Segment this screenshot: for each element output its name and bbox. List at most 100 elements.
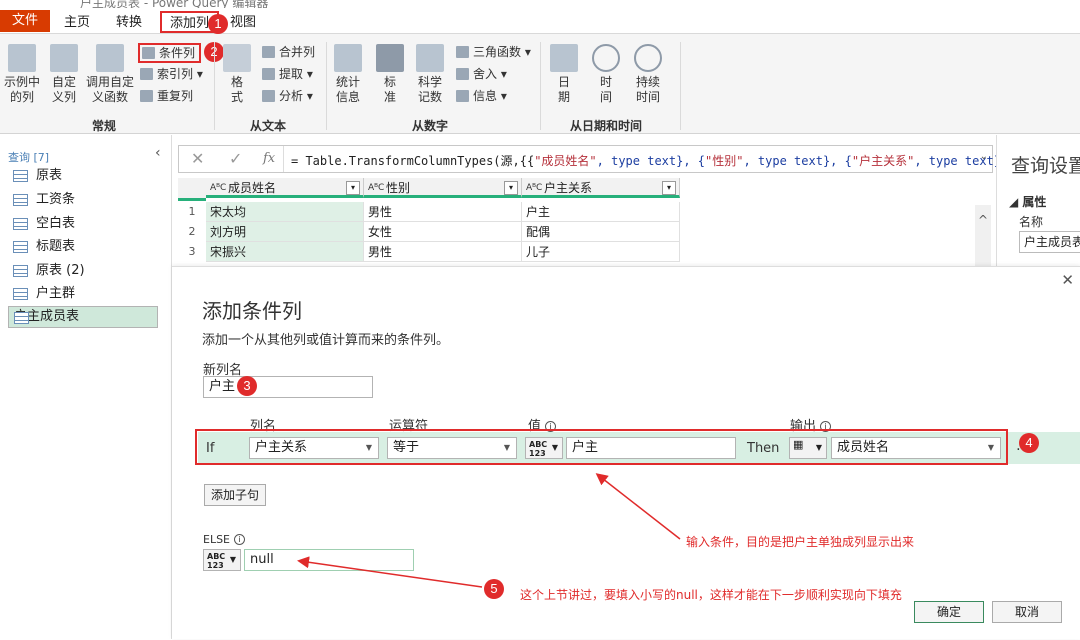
time-button[interactable]: 时间 — [590, 44, 622, 105]
query-item[interactable]: 户主群 — [8, 283, 158, 305]
query-item[interactable]: 原表 (2) — [8, 260, 158, 282]
expand-chevron-icon[interactable]: ⌄ — [980, 151, 988, 162]
trigonometry-button[interactable]: 三角函数 ▾ — [456, 42, 531, 62]
group-number-label: 从数字 — [412, 119, 449, 133]
group-text-label: 从文本 — [250, 119, 287, 133]
table-icon — [13, 241, 28, 253]
information-button[interactable]: 信息 ▾ — [456, 86, 507, 106]
parse-button[interactable]: 分析 ▾ — [262, 86, 313, 106]
parse-icon — [262, 90, 275, 102]
title-bar: 户主成员表 - Power Query 编辑器 — [0, 0, 1080, 8]
tab-home[interactable]: 主页 — [56, 12, 98, 34]
statistics-button[interactable]: 统计 信息 — [332, 44, 364, 105]
query-item[interactable]: 原表 — [8, 165, 158, 187]
invoke-custom-function-button[interactable]: 调用自定 义函数 — [84, 44, 136, 105]
info-icon — [456, 90, 469, 102]
row-number: 2 — [178, 222, 206, 242]
filter-dropdown-icon[interactable]: ▾ — [504, 181, 518, 195]
conditional-column-icon — [142, 47, 155, 59]
tab-transform[interactable]: 转换 — [108, 12, 150, 34]
table-cell[interactable]: 配偶 — [522, 222, 680, 242]
table-icon — [13, 265, 28, 277]
extract-button[interactable]: 提取 ▾ — [262, 64, 313, 84]
ok-button[interactable]: 确定 — [914, 601, 984, 623]
table-cell[interactable]: 男性 — [364, 202, 522, 222]
column-header[interactable]: AᴮC 成员姓名 ▾ — [206, 178, 364, 198]
query-item[interactable]: 标题表 — [8, 236, 158, 258]
query-item[interactable]: 空白表 — [8, 213, 158, 235]
custom-column-button[interactable]: 自定 义列 — [48, 44, 80, 105]
column-from-examples-button[interactable]: 示例中 的列 — [2, 44, 42, 105]
column-header[interactable]: AᴮC 户主关系 ▾ — [522, 178, 680, 198]
calendar-icon — [550, 44, 578, 72]
table-cell[interactable]: 户主 — [522, 202, 680, 222]
function-icon — [96, 44, 124, 72]
table-cell[interactable]: 宋太均 — [206, 202, 364, 222]
text-type-icon: AᴮC — [210, 183, 227, 193]
text-type-icon: AᴮC — [368, 183, 385, 193]
ribbon-separator — [540, 42, 541, 130]
merge-columns-button[interactable]: 合并列 — [262, 42, 315, 62]
collapse-chevron-icon[interactable]: ‹ — [155, 145, 161, 161]
arrow-to-condition — [595, 473, 681, 540]
format-button[interactable]: 格式 — [222, 44, 252, 105]
standard-button[interactable]: 标准 — [374, 44, 406, 105]
filter-dropdown-icon[interactable]: ▾ — [662, 181, 676, 195]
stopwatch-icon — [634, 44, 662, 72]
rounding-icon — [456, 68, 469, 80]
table-icon — [13, 170, 28, 182]
tab-file[interactable]: 文件 — [0, 10, 50, 32]
exponent-icon — [416, 44, 444, 72]
tab-view[interactable]: 视图 — [222, 12, 264, 34]
table-menu-icon[interactable] — [178, 178, 206, 201]
commit-check-icon[interactable]: ✓ — [229, 149, 242, 168]
sigma-icon — [334, 44, 362, 72]
table-icon — [13, 288, 28, 300]
query-item-selected[interactable]: 户主成员表 — [8, 306, 158, 328]
cancel-button[interactable]: 取消 — [992, 601, 1062, 623]
index-icon — [140, 68, 153, 80]
query-settings-title: 查询设置 — [1011, 155, 1080, 177]
add-conditional-column-dialog: ✕ 添加条件列 添加一个从其他列或值计算而来的条件列。 新列名 户主 3 列名 … — [172, 266, 1080, 639]
cancel-x-icon[interactable]: ✕ — [191, 149, 204, 168]
queries-header: 查询 [7] — [8, 151, 50, 164]
table-cell[interactable]: 刘方明 — [206, 222, 364, 242]
formula-bar[interactable]: ✕ ✓ fx = Table.TransformColumnTypes(源,{{… — [178, 145, 1015, 173]
properties-header[interactable]: ◢ 属性 — [1009, 193, 1046, 210]
table-icon — [14, 312, 29, 324]
annotation-arrows — [297, 473, 681, 588]
rounding-button[interactable]: 舍入 ▾ — [456, 64, 507, 84]
table-cell[interactable]: 女性 — [364, 222, 522, 242]
row-number: 1 — [178, 202, 206, 222]
table-cell[interactable]: 男性 — [364, 242, 522, 262]
conditional-column-button[interactable]: 条件列 — [138, 43, 202, 63]
table-icon — [13, 218, 28, 230]
filter-dropdown-icon[interactable]: ▾ — [346, 181, 360, 195]
table-cell[interactable]: 儿子 — [522, 242, 680, 262]
index-column-button[interactable]: 索引列 ▾ — [140, 64, 203, 84]
row-number: 3 — [178, 242, 206, 262]
format-icon — [223, 44, 251, 72]
duplicate-column-button[interactable]: 重复列 — [140, 86, 193, 106]
query-name-input[interactable]: 户主成员表 — [1019, 231, 1080, 253]
table-cell[interactable]: 宋振兴 — [206, 242, 364, 262]
table-icon — [13, 194, 28, 206]
grid-scrollbar[interactable]: ^ — [975, 205, 991, 267]
date-button[interactable]: 日期 — [548, 44, 580, 105]
scroll-up-icon[interactable]: ^ — [978, 213, 988, 227]
query-item[interactable]: 工资条 — [8, 189, 158, 211]
custom-column-icon — [50, 44, 78, 72]
calculator-icon — [376, 44, 404, 72]
fx-icon[interactable]: fx — [263, 151, 275, 166]
group-general-label: 常规 — [92, 119, 117, 133]
menu-bar: 文件 主页 转换 添加列 1 视图 — [0, 8, 1080, 34]
ribbon: 示例中的列 自定义列 调用自定义函数 条件列 2 索引列 ▾ 重复列 常规 格式… — [0, 34, 1080, 134]
duration-button[interactable]: 持续 时间 — [630, 44, 666, 105]
query-settings-pane: 查询设置 ◢ 属性 名称 户主成员表 — [996, 135, 1080, 269]
name-label: 名称 — [1019, 215, 1044, 229]
data-grid: AᴮC 成员姓名 ▾ AᴮC 性别 ▾ AᴮC 户主关系 ▾ 1 宋太均 男性 户主 2 刘… — [178, 178, 680, 268]
column-header[interactable]: AᴮC 性别 ▾ — [364, 178, 522, 198]
ribbon-separator — [680, 42, 681, 130]
scientific-button[interactable]: 科学 记数 — [414, 44, 446, 105]
duplicate-icon — [140, 90, 153, 102]
